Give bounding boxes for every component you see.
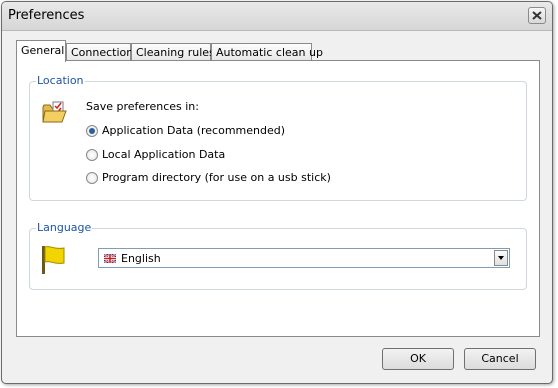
- language-select-value: English: [121, 252, 161, 265]
- radio-label: Application Data (recommended): [102, 124, 286, 137]
- dropdown-arrow-icon[interactable]: [494, 250, 508, 266]
- cancel-button[interactable]: Cancel: [464, 348, 536, 370]
- location-group: Location Save preferences in: Applicatio…: [29, 75, 527, 201]
- ok-button[interactable]: OK: [382, 348, 454, 370]
- tab-connection[interactable]: Connection: [66, 43, 134, 61]
- title-bar: Preferences: [2, 2, 552, 31]
- close-icon: [532, 11, 542, 20]
- tab-label: General: [21, 44, 65, 57]
- uk-flag-icon: [104, 254, 116, 263]
- language-select[interactable]: English: [98, 248, 510, 268]
- radio-button[interactable]: [86, 172, 98, 184]
- radio-button[interactable]: [86, 149, 98, 161]
- yellow-flag-icon: [42, 246, 65, 274]
- general-tab-panel: Location Save preferences in: Applicatio…: [16, 60, 540, 337]
- tab-cleaning-rules[interactable]: Cleaning rules: [131, 43, 215, 61]
- language-group: Language English: [29, 222, 527, 290]
- save-preferences-label: Save preferences in:: [86, 100, 199, 113]
- tab-automatic-clean-up[interactable]: Automatic clean up: [211, 43, 323, 61]
- tab-label: Connection: [71, 46, 134, 59]
- tab-label: Automatic clean up: [216, 46, 323, 59]
- location-group-title: Location: [36, 74, 85, 87]
- folder-checklist-icon: [42, 101, 67, 123]
- radio-button[interactable]: [86, 125, 98, 137]
- preferences-window: Preferences General Connection Cleaning …: [1, 1, 553, 384]
- close-button[interactable]: [528, 7, 546, 24]
- tab-general[interactable]: General: [16, 40, 66, 62]
- radio-label: Local Application Data: [102, 148, 226, 161]
- window-title: Preferences: [8, 8, 85, 23]
- radio-label: Program directory (for use on a usb stic…: [102, 171, 331, 184]
- tab-label: Cleaning rules: [136, 46, 215, 59]
- language-group-title: Language: [36, 221, 93, 234]
